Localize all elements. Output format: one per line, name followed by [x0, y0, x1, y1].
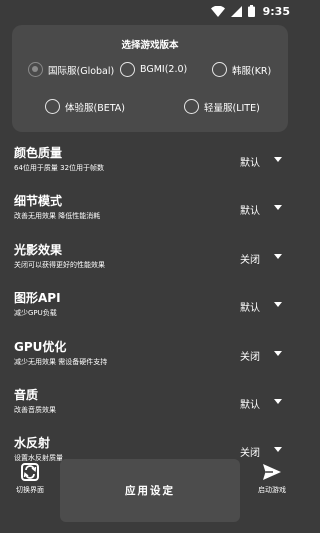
setting-description: 改善音质效果	[14, 406, 56, 414]
setting-sound-quality[interactable]: 音质 改善音质效果 默认	[0, 383, 300, 431]
switch-interface-label: 切换界面	[16, 486, 44, 494]
wifi-icon	[210, 5, 225, 17]
setting-description: 减少GPU负载	[14, 309, 57, 317]
battery-icon	[247, 5, 255, 17]
dropdown-arrow-icon[interactable]	[274, 157, 282, 162]
dropdown-arrow-icon[interactable]	[274, 254, 282, 259]
radio-unchecked-icon	[45, 99, 60, 114]
launch-game-label: 启动游戏	[258, 486, 286, 494]
setting-title: 水反射	[14, 436, 51, 450]
dropdown-arrow-icon[interactable]	[274, 399, 282, 404]
setting-lighting-effects[interactable]: 光影效果 关闭可以获得更好的性能效果 关闭	[0, 238, 300, 286]
setting-description: 64位用于质量 32位用于帧数	[14, 164, 105, 172]
radio-unchecked-icon	[120, 62, 135, 77]
version-option-label: 韩服(KR)	[232, 65, 272, 77]
setting-description: 改善无用效果 降低性能消耗	[14, 212, 101, 220]
setting-title: 颜色质量	[14, 146, 63, 160]
status-bar: 9:35	[0, 0, 300, 22]
radio-checked-icon	[28, 62, 43, 77]
version-option-beta[interactable]: 体验服(BETA)	[45, 99, 125, 114]
setting-color-quality[interactable]: 颜色质量 64位用于质量 32位用于帧数 默认	[0, 141, 300, 189]
setting-title: 细节模式	[14, 194, 63, 208]
switch-interface-button[interactable]: 切换界面	[10, 458, 50, 518]
apply-settings-button[interactable]: 应用设定	[60, 459, 240, 522]
dropdown-arrow-icon[interactable]	[274, 351, 282, 356]
setting-value[interactable]: 默认	[240, 299, 266, 314]
version-option-global[interactable]: 国际服(Global)	[28, 62, 114, 77]
version-select-card: 选择游戏版本 国际服(Global) BGMI(2.0) 韩服(KR) 体验服(…	[12, 25, 288, 132]
dropdown-arrow-icon[interactable]	[274, 302, 282, 307]
setting-title: GPU优化	[14, 340, 67, 354]
version-option-bgmi[interactable]: BGMI(2.0)	[120, 62, 187, 77]
setting-description: 减少无用效果 需设备硬件支持	[14, 358, 108, 366]
radio-unchecked-icon	[184, 99, 199, 114]
dropdown-arrow-icon[interactable]	[274, 447, 282, 452]
signal-icon	[230, 5, 242, 17]
setting-gpu-optimization[interactable]: GPU优化 减少无用效果 需设备硬件支持 关闭	[0, 335, 300, 383]
setting-graphics-api[interactable]: 图形API 减少GPU负载 默认	[0, 286, 300, 334]
dropdown-arrow-icon[interactable]	[274, 205, 282, 210]
version-option-label: 体验服(BETA)	[65, 102, 125, 114]
version-option-label: BGMI(2.0)	[140, 64, 188, 75]
version-option-label: 轻量服(LITE)	[204, 102, 260, 114]
setting-title: 光影效果	[14, 243, 63, 257]
setting-value[interactable]: 默认	[240, 202, 266, 217]
switch-interface-icon	[19, 462, 41, 486]
version-option-lite[interactable]: 轻量服(LITE)	[184, 99, 260, 114]
setting-title: 音质	[14, 388, 39, 402]
setting-value[interactable]: 关闭	[240, 348, 266, 363]
setting-description: 关闭可以获得更好的性能效果	[14, 261, 105, 269]
setting-value[interactable]: 关闭	[240, 251, 266, 266]
status-time: 9:35	[262, 4, 290, 18]
version-card-title: 选择游戏版本	[121, 40, 179, 51]
setting-value[interactable]: 默认	[240, 396, 266, 411]
setting-title: 图形API	[14, 291, 61, 305]
setting-value[interactable]: 默认	[240, 154, 266, 169]
send-icon	[261, 462, 283, 486]
launch-game-button[interactable]: 启动游戏	[252, 458, 292, 518]
setting-value[interactable]: 关闭	[240, 444, 266, 459]
radio-unchecked-icon	[212, 62, 227, 77]
version-option-label: 国际服(Global)	[48, 65, 115, 77]
version-option-kr[interactable]: 韩服(KR)	[212, 62, 271, 77]
setting-detail-mode[interactable]: 细节模式 改善无用效果 降低性能消耗 默认	[0, 189, 300, 237]
